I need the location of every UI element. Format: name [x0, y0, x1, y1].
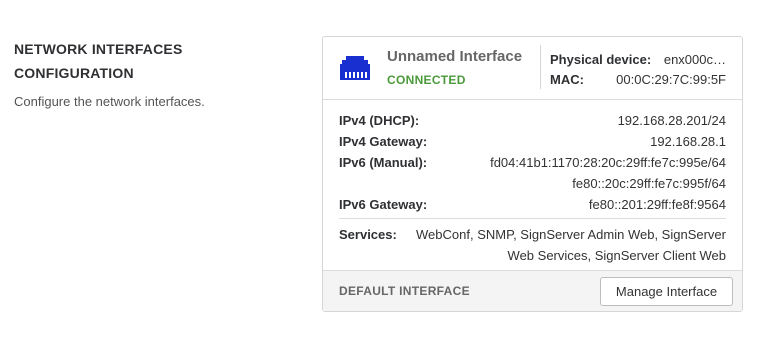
ipv6-gateway-value: fe80::201:29ff:fe8f:9564: [588, 197, 726, 212]
header-divider: [540, 45, 541, 89]
ipv4-gateway-row: IPv4 Gateway: 192.168.28.1: [339, 131, 726, 152]
mac-label: MAC:: [550, 72, 584, 87]
ipv4-label: IPv4 (DHCP):: [339, 113, 420, 128]
physical-device-label: Physical device:: [550, 52, 652, 67]
ipv6-value: fe80::20c:29ff:fe7c:995f/64: [572, 176, 726, 191]
network-settings-page: NETWORK INTERFACES CONFIGURATION Configu…: [0, 0, 763, 338]
ipv6-value: fd04:41b1:1170:28:20c:29ff:fe7c:995e/64: [490, 155, 726, 170]
interface-card: Unnamed Interface CONNECTED Physical dev…: [322, 36, 743, 312]
ipv4-gateway-label: IPv4 Gateway:: [339, 134, 428, 149]
section-title-line2: CONFIGURATION: [14, 65, 134, 81]
ethernet-port-icon: [340, 56, 370, 80]
section-title: NETWORK INTERFACES CONFIGURATION: [14, 37, 274, 85]
interface-details: IPv4 (DHCP): 192.168.28.201/24 IPv4 Gate…: [323, 100, 742, 266]
connection-status: CONNECTED: [387, 73, 466, 87]
interface-card-header: Unnamed Interface CONNECTED Physical dev…: [323, 37, 742, 100]
section-header: NETWORK INTERFACES CONFIGURATION Configu…: [14, 37, 274, 109]
section-title-line1: NETWORK INTERFACES: [14, 41, 183, 57]
ipv6-gateway-row: IPv6 Gateway: fe80::201:29ff:fe8f:9564: [339, 194, 726, 215]
ipv4-row: IPv4 (DHCP): 192.168.28.201/24: [339, 110, 726, 131]
ipv6-row: IPv6 (Manual): fd04:41b1:1170:28:20c:29f…: [339, 152, 726, 194]
section-description: Configure the network interfaces.: [14, 94, 205, 109]
ipv6-label: IPv6 (Manual):: [339, 155, 428, 170]
physical-device-value: enx000c…: [663, 52, 726, 67]
ipv4-gateway-value: 192.168.28.1: [650, 134, 726, 149]
services-value: WebConf, SNMP, SignServer Admin Web, Sig…: [416, 227, 726, 263]
ipv4-value: 192.168.28.201/24: [617, 113, 726, 128]
services-label: Services:: [339, 227, 397, 242]
services-row: Services: WebConf, SNMP, SignServer Admi…: [339, 224, 726, 266]
ipv6-gateway-label: IPv6 Gateway:: [339, 197, 428, 212]
details-divider: [339, 218, 726, 219]
interface-name: Unnamed Interface: [387, 48, 523, 65]
ipv6-values: fd04:41b1:1170:28:20c:29ff:fe7c:995e/64 …: [490, 152, 726, 194]
interface-card-footer: DEFAULT INTERFACE Manage Interface: [323, 270, 742, 311]
default-interface-label: DEFAULT INTERFACE: [339, 284, 470, 298]
manage-interface-button[interactable]: Manage Interface: [600, 277, 733, 306]
mac-value: 00:0C:29:7C:99:5F: [616, 72, 726, 87]
